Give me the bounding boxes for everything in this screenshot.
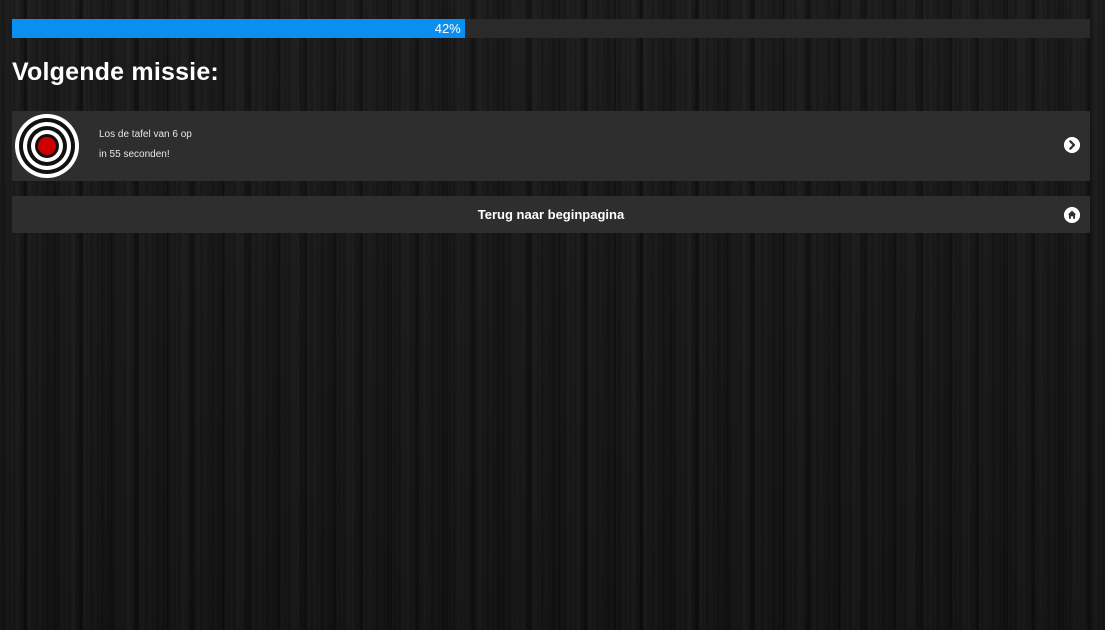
mission-card[interactable]: Los de tafel van 6 op in 55 seconden! bbox=[12, 111, 1090, 181]
mission-line-1: Los de tafel van 6 op bbox=[99, 129, 192, 140]
home-icon[interactable] bbox=[1064, 207, 1080, 223]
progress-fill: 42% bbox=[12, 19, 465, 38]
mission-description: Los de tafel van 6 op in 55 seconden! bbox=[99, 125, 192, 165]
mission-line-2: in 55 seconden! bbox=[99, 149, 170, 160]
chevron-right-icon[interactable] bbox=[1064, 137, 1080, 153]
progress-label: 42% bbox=[434, 21, 461, 36]
back-to-home-label: Terug naar beginpagina bbox=[477, 207, 625, 222]
next-mission-heading: Volgende missie: bbox=[12, 58, 219, 86]
back-to-home-button[interactable]: Terug naar beginpagina bbox=[12, 196, 1090, 233]
target-icon bbox=[15, 114, 79, 178]
progress-bar: 42% bbox=[12, 19, 1090, 38]
